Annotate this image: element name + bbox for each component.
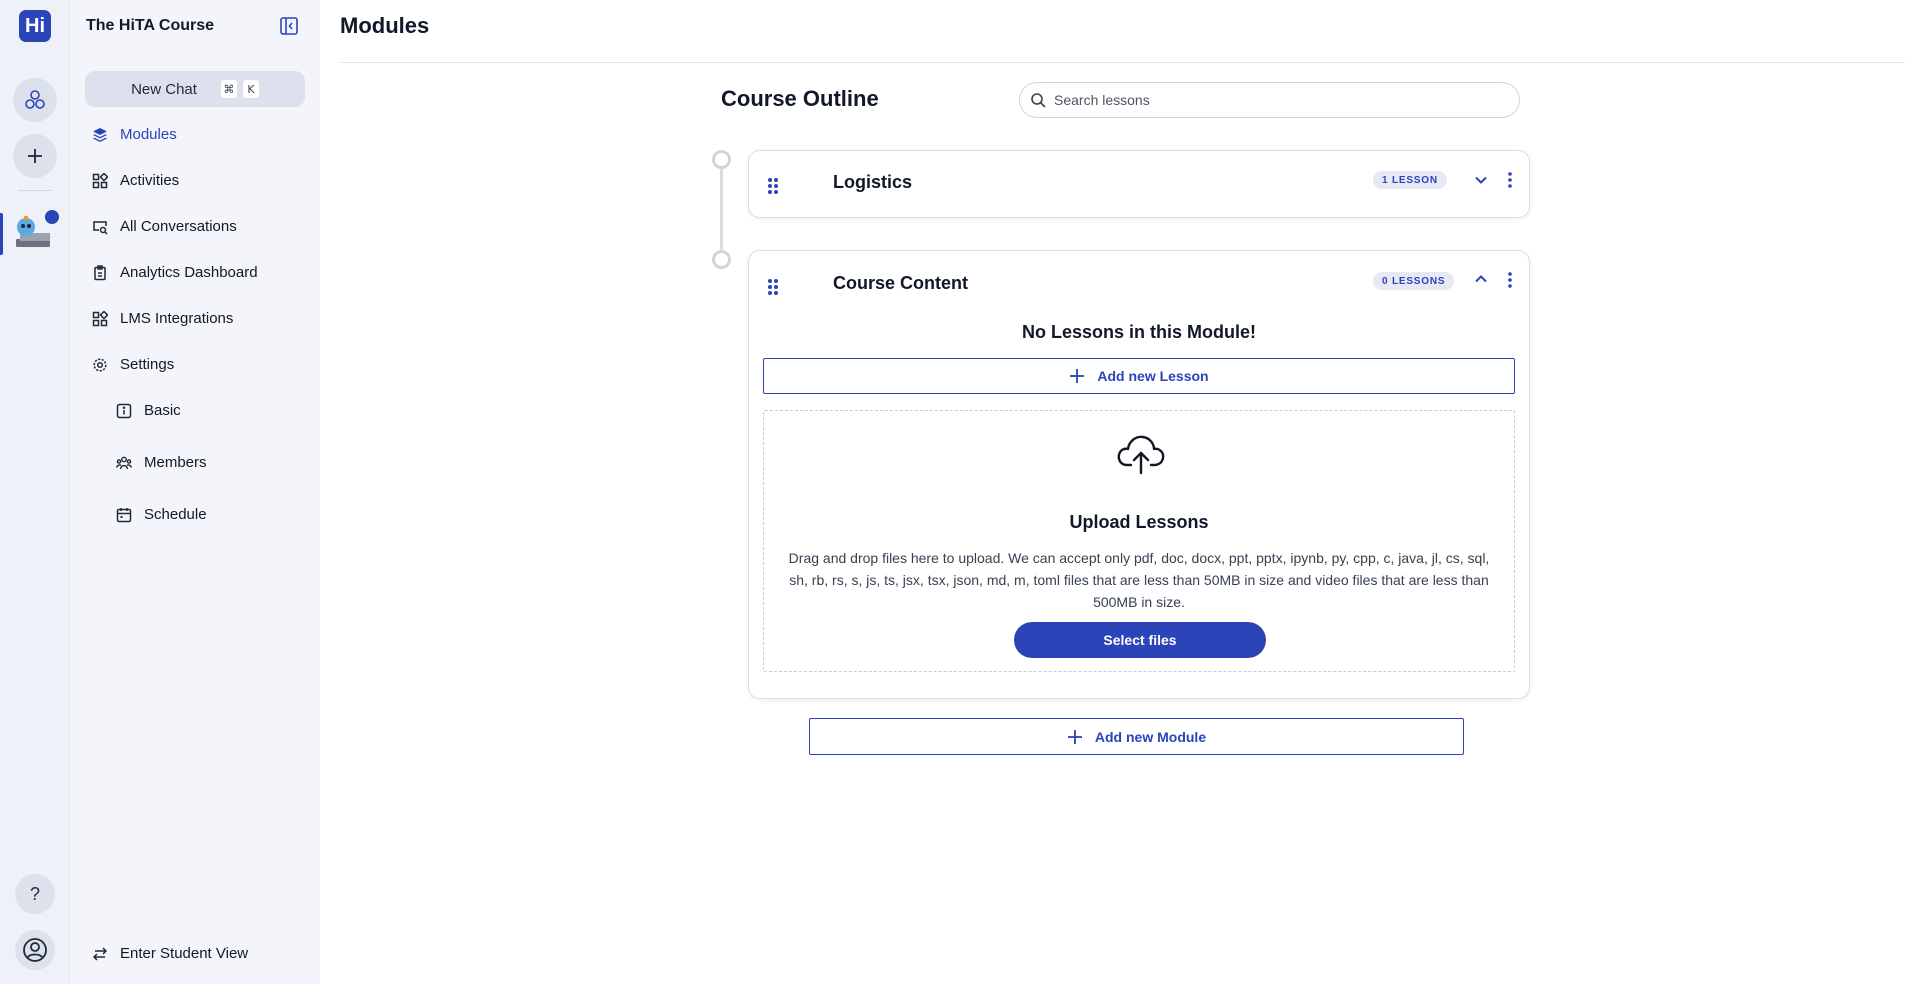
chevron-down-icon[interactable] — [1473, 172, 1489, 188]
sidebar-item-all-conversations[interactable]: All Conversations — [92, 218, 237, 235]
chat-search-icon — [93, 220, 108, 235]
cloud-upload-icon — [1117, 435, 1165, 475]
sidebar-item-label: Basic — [144, 402, 181, 419]
student-view-label: Enter Student View — [120, 945, 249, 962]
sidebar-item-label: Settings — [120, 356, 175, 373]
sidebar: The HiTA Course New Chat ⌘ K Modules Act… — [70, 0, 320, 984]
sidebar-item-label: Analytics Dashboard — [120, 264, 258, 281]
sidebar-item-activities[interactable]: Activities — [92, 172, 179, 189]
info-box-icon — [116, 403, 132, 418]
sidebar-subitem-members[interactable]: Members — [116, 454, 207, 471]
upload-description: Drag and drop files here to upload. We c… — [788, 550, 1490, 610]
add-course-button[interactable] — [13, 134, 57, 178]
timeline-node — [712, 150, 731, 169]
module-card-course-content: Course Content 0 LESSONS No Lessons in t… — [748, 250, 1530, 699]
swap-arrows-icon — [92, 946, 108, 961]
sidebar-item-label: Activities — [120, 172, 180, 189]
plus-icon — [1067, 729, 1082, 744]
timeline-node — [712, 250, 731, 269]
chevron-up-icon[interactable] — [1473, 271, 1489, 287]
timeline-line — [720, 168, 723, 258]
search-icon — [1031, 93, 1046, 108]
rail-divider — [18, 190, 52, 191]
add-lesson-label: Add new Lesson — [1097, 368, 1209, 384]
upload-dropzone[interactable]: Upload Lessons Drag and drop files here … — [763, 410, 1515, 672]
plus-icon — [28, 149, 42, 163]
layers-icon — [93, 127, 107, 142]
app-rail: Hi ? — [0, 0, 70, 984]
help-button[interactable]: ? — [15, 874, 55, 914]
calendar-icon — [116, 507, 132, 522]
add-lesson-button[interactable]: Add new Lesson — [763, 358, 1515, 394]
sidebar-item-lms-integrations[interactable]: LMS Integrations — [92, 310, 233, 327]
profile-button[interactable] — [15, 930, 55, 970]
plus-icon — [1070, 369, 1085, 383]
clipboard-icon — [94, 264, 106, 280]
app-logo[interactable]: Hi — [19, 10, 51, 42]
members-icon — [116, 456, 132, 469]
more-options-icon[interactable] — [1502, 171, 1518, 189]
command-key: ⌘ — [220, 80, 237, 98]
sidebar-item-label: LMS Integrations — [120, 310, 234, 327]
drag-handle-icon[interactable] — [767, 177, 779, 195]
help-icon: ? — [29, 883, 40, 904]
user-circle-icon — [23, 938, 47, 962]
module-header[interactable]: Course Content 0 LESSONS — [749, 251, 1529, 317]
sidebar-subitem-schedule[interactable]: Schedule — [116, 506, 207, 523]
gear-icon — [93, 357, 107, 372]
collapse-sidebar-icon[interactable] — [279, 16, 299, 36]
select-files-button[interactable]: Select files — [1014, 622, 1266, 658]
module-header[interactable]: Logistics 1 LESSON — [749, 151, 1529, 217]
header-divider — [340, 62, 1905, 63]
upload-title: Upload Lessons — [1069, 512, 1209, 532]
module-name: Course Content — [833, 273, 968, 293]
search-input[interactable] — [1054, 92, 1494, 108]
module-name: Logistics — [833, 172, 913, 192]
drag-handle-icon[interactable] — [767, 278, 779, 296]
active-indicator — [0, 213, 3, 255]
course-title: The HiTA Course — [86, 17, 215, 34]
new-chat-label: New Chat — [131, 80, 197, 98]
empty-module-message: No Lessons in this Module! — [1021, 322, 1256, 342]
sidebar-subitem-basic[interactable]: Basic — [116, 402, 181, 419]
main-content: Modules Course Outline Logistics 1 LESSO… — [320, 0, 1914, 984]
page-title: Modules — [340, 13, 430, 38]
course-outline-title: Course Outline — [721, 86, 879, 111]
new-chat-button[interactable]: New Chat ⌘ K — [85, 71, 305, 107]
sidebar-item-settings[interactable]: Settings — [92, 356, 174, 373]
add-module-label: Add new Module — [1094, 728, 1207, 745]
enter-student-view-button[interactable]: Enter Student View — [92, 945, 248, 962]
notification-dot — [45, 210, 59, 224]
module-card-logistics: Logistics 1 LESSON — [748, 150, 1530, 218]
add-module-button[interactable]: Add new Module — [809, 718, 1464, 755]
sidebar-item-label: Modules — [120, 126, 177, 143]
sidebar-item-label: Schedule — [144, 506, 207, 523]
sidebar-item-label: All Conversations — [120, 218, 237, 235]
k-key: K — [242, 80, 259, 98]
lesson-count-badge: 1 LESSON — [1373, 171, 1447, 189]
courses-button[interactable] — [13, 78, 57, 122]
sidebar-item-analytics-dashboard[interactable]: Analytics Dashboard — [92, 264, 258, 281]
sidebar-item-modules[interactable]: Modules — [92, 126, 177, 143]
lesson-count-badge: 0 LESSONS — [1373, 272, 1455, 290]
more-options-icon[interactable] — [1502, 271, 1518, 289]
grid-icon — [92, 172, 108, 188]
grid-icon — [92, 310, 108, 326]
courses-icon — [25, 90, 45, 109]
search-lessons[interactable] — [1019, 82, 1520, 118]
sidebar-item-label: Members — [144, 454, 207, 471]
